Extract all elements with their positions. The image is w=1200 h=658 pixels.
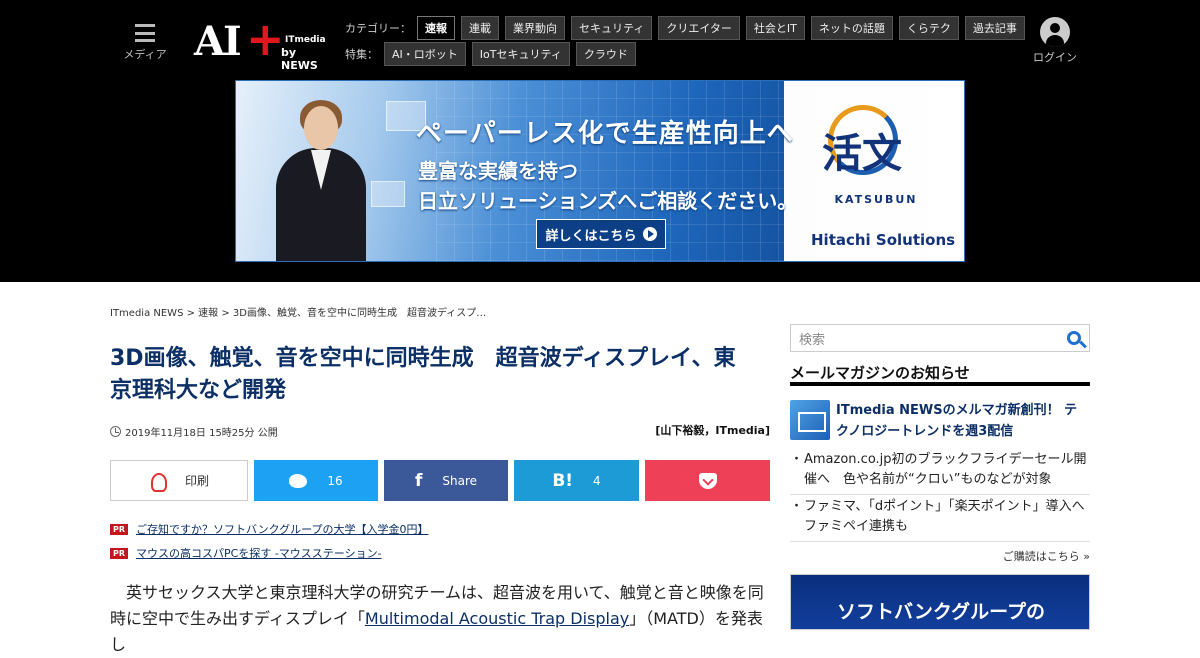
pocket-icon xyxy=(698,472,717,489)
logo-by-news: by NEWS xyxy=(281,46,318,72)
pr-badge: PR xyxy=(110,523,129,535)
category-tag-net[interactable]: ネットの話題 xyxy=(810,16,893,40)
category-tag-archive[interactable]: 過去記事 xyxy=(964,16,1025,40)
sidebar-ad[interactable]: ソフトバンクグループの xyxy=(790,574,1090,630)
feature-label: 特集： xyxy=(345,48,378,61)
sidebar-ad-text: ソフトバンクグループの xyxy=(836,601,1046,623)
pr-link-text: ご存知ですか？ソフトバンクグループの大学【入学金0円】 xyxy=(136,523,429,536)
article-title: 3D画像、触覚、音を空中に同時生成 超音波ディスプレイ、東京理科大など開発 xyxy=(110,346,736,403)
katsubun-logo: 活文 KATSUBUN xyxy=(796,99,956,209)
ad-ui-panel xyxy=(371,181,405,207)
feature-tag-iot[interactable]: IoTセキュリティ xyxy=(471,42,570,66)
brand-kanji: 活文 xyxy=(822,131,902,177)
site-logo[interactable]: AI + ITmedia by NEWS xyxy=(194,12,326,72)
pr-link-text: マウスの高コスパPCを探す -マウスステーション- xyxy=(136,547,382,560)
category-tag-security[interactable]: セキュリティ xyxy=(571,16,653,40)
share-bar: 印刷 16 f Share B! 4 xyxy=(110,460,770,501)
mail-icon xyxy=(790,400,830,440)
category-label: カテゴリー： xyxy=(345,22,411,35)
ad-businesswoman-image xyxy=(256,96,366,261)
ad-cta-button[interactable]: 詳しくはこちら xyxy=(536,219,666,249)
category-tag-breaking[interactable]: 速報 xyxy=(417,16,455,40)
feature-nav: 特集： AI・ロボット IoTセキュリティ クラウド xyxy=(345,42,642,66)
pr-badge: PR xyxy=(110,547,129,559)
search-placeholder: 検索 xyxy=(799,332,826,348)
publish-date: 2019年11月18日 15時25分 公開 xyxy=(125,428,278,439)
pr-link[interactable]: PR ご存知ですか？ソフトバンクグループの大学【入学金0円】 xyxy=(110,521,428,537)
ad-line-2: 豊富な実績を持つ xyxy=(418,159,578,183)
brand-roman: KATSUBUN xyxy=(834,193,918,206)
acrobat-icon xyxy=(149,472,167,492)
ad-line-3: 日立ソリューションズへご相談ください。 xyxy=(418,189,798,213)
category-nav: カテゴリー： 速報 連載 業界動向 セキュリティ クリエイター 社会とIT ネッ… xyxy=(345,16,1031,40)
ad-cta-label: 詳しくはこちら xyxy=(545,228,637,244)
hatena-icon: B! xyxy=(552,470,574,491)
media-menu-button[interactable]: メディア xyxy=(122,20,168,62)
ad-headline: ペーパーレス化で生産性向上へ xyxy=(416,119,794,149)
feature-tag-ai[interactable]: AI・ロボット xyxy=(384,42,466,66)
twitter-count: 16 xyxy=(327,473,343,488)
logo-itmedia: ITmedia xyxy=(285,35,326,45)
newsletter-feature[interactable]: ITmedia NEWSのメルマガ新創刊！ テクノロジートレンドを週3配信 xyxy=(790,400,1090,442)
category-tag-creator[interactable]: クリエイター xyxy=(658,16,740,40)
feature-tag-cloud[interactable]: クラウド xyxy=(575,42,636,66)
twitter-bird-icon xyxy=(289,473,308,488)
newsletter-feature-text: ITmedia NEWSのメルマガ新創刊！ テクノロジートレンドを週3配信 xyxy=(836,403,1078,439)
hatena-bookmark-button[interactable]: B! 4 xyxy=(514,460,639,501)
newsletter-item[interactable]: ファミマ、「dポイント」「楽天ポイント」導入へ ファミペイ連携も xyxy=(790,497,1098,542)
print-button[interactable]: 印刷 xyxy=(110,460,248,501)
category-tag-industry[interactable]: 業界動向 xyxy=(505,16,565,40)
pocket-button[interactable] xyxy=(645,460,770,501)
print-label: 印刷 xyxy=(184,474,209,488)
article-author: [山下裕毅，ITmedia] xyxy=(655,424,770,437)
subscribe-link[interactable]: ご購読はこちら » xyxy=(790,548,1090,564)
login-button[interactable]: ログイン xyxy=(1030,17,1080,65)
twitter-share-button[interactable]: 16 xyxy=(254,460,378,501)
facebook-share-button[interactable]: f Share xyxy=(384,460,508,501)
hatena-count: 4 xyxy=(593,473,601,488)
facebook-icon: f xyxy=(414,470,423,491)
category-tag-society[interactable]: 社会とIT xyxy=(745,16,805,40)
article-body: 英サセックス大学と東京理科大学の研究チームは、超音波を用いて、触覚と音と映像を同… xyxy=(110,580,770,658)
newsletter-heading: メールマガジンのお知らせ xyxy=(790,362,1090,386)
search-input[interactable]: 検索 xyxy=(790,324,1090,352)
ad-company-name: Hitachi Solutions xyxy=(811,231,956,249)
clock-icon xyxy=(110,426,121,437)
menu-label: メディア xyxy=(123,48,167,61)
facebook-label: Share xyxy=(442,473,478,488)
site-header: メディア AI + ITmedia by NEWS カテゴリー： 速報 連載 業… xyxy=(0,0,1200,282)
user-avatar-icon xyxy=(1040,17,1070,47)
ad-banner[interactable]: ペーパーレス化で生産性向上へ 豊富な実績を持つ 日立ソリューションズへご相談くだ… xyxy=(235,80,965,262)
play-circle-icon xyxy=(642,227,657,241)
category-tag-series[interactable]: 連載 xyxy=(461,16,499,40)
login-label: ログイン xyxy=(1033,51,1077,64)
logo-plus: + xyxy=(246,12,285,66)
article-date: 2019年11月18日 15時25分 公開 xyxy=(110,424,278,439)
category-tag-kuratech[interactable]: くらテク xyxy=(898,16,959,40)
newsletter-item[interactable]: Amazon.co.jp初のブラックフライデーセール開催へ 色や名前が“クロい”… xyxy=(790,450,1090,495)
matd-link[interactable]: Multimodal Acoustic Trap Display xyxy=(365,609,629,628)
breadcrumb[interactable]: ITmedia NEWS > 速報 > 3D画像、触覚、音を空中に同時生成 超音… xyxy=(110,304,486,319)
pr-link[interactable]: PR マウスの高コスパPCを探す -マウスステーション- xyxy=(110,545,382,561)
hamburger-icon xyxy=(135,24,155,42)
search-icon[interactable] xyxy=(1067,331,1081,345)
logo-ai: AI xyxy=(194,18,242,65)
